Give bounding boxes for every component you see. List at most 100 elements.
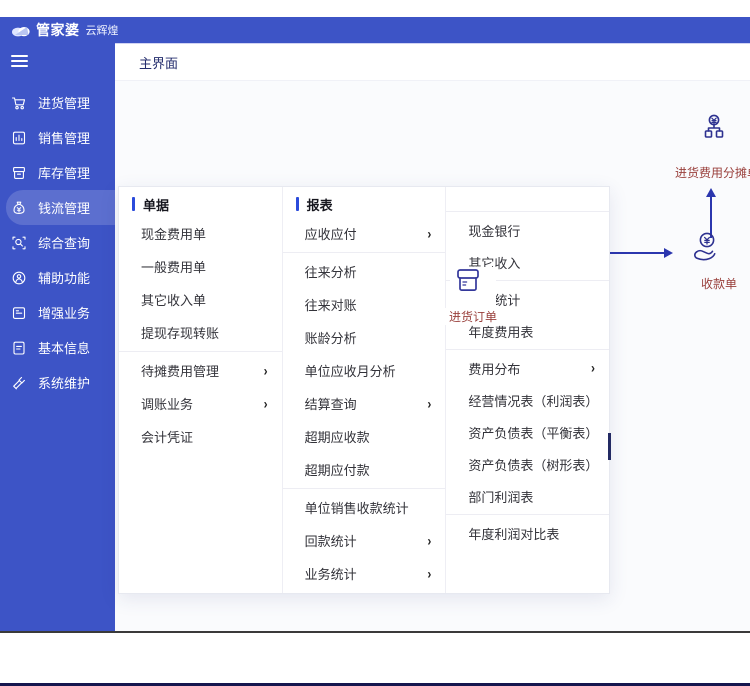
menu-item-label: 资产负债表（树形表） xyxy=(468,457,599,473)
header-accent-bar xyxy=(295,197,299,211)
menu-column-1: 单据现金费用单一般费用单其它收入单提现存现转账待摊费用管理 › 调账业务 › 会计凭证 xyxy=(119,187,283,593)
menu-item-label: 一般费用单 xyxy=(141,260,207,275)
menu-item[interactable]: 提现存现转账 xyxy=(119,316,282,349)
menu-column-header: 报表 xyxy=(283,191,446,217)
menu-item[interactable]: 资产负债表（平衡表） xyxy=(446,416,609,448)
money-flow-mega-menu: 单据 现金费用单 一般费用单 其它收入单 提现存现转账 待摊费用管理 › 调账业务 › 会计凭证 报… xyxy=(118,186,610,594)
menu-divider xyxy=(446,211,610,212)
menu-item[interactable]: 业务统计 › xyxy=(283,557,446,590)
menu-item-label: 往来分析 xyxy=(304,265,357,280)
menu-item[interactable]: 费用分布 › xyxy=(446,352,609,384)
desktop-gap xyxy=(0,633,750,683)
sidebar-item-2[interactable]: 销售管理 xyxy=(0,120,115,155)
flow-node-label[interactable]: 收款单 xyxy=(701,275,737,292)
cloud-logo-icon xyxy=(12,27,30,37)
menu-item[interactable]: 经营情况表（利润表） xyxy=(446,384,609,416)
menu-item-label: 费用分布 xyxy=(468,361,521,377)
submenu-arrow-icon: › xyxy=(427,395,432,412)
submenu-arrow-icon: › xyxy=(427,532,432,549)
menu-item[interactable]: 账龄分析 xyxy=(283,321,446,354)
enhanced-card-icon xyxy=(10,304,28,322)
menu-divider xyxy=(119,351,282,352)
menu-item-label: 往来对账 xyxy=(304,298,357,313)
menu-item-label: 应收应付 xyxy=(304,227,357,242)
menu-item[interactable]: 超期应收款 xyxy=(283,420,446,453)
menu-item[interactable]: 往来对账 xyxy=(283,288,446,321)
submenu-arrow-icon: › xyxy=(591,359,596,377)
header-accent-bar xyxy=(132,197,135,211)
app-logo: 管家婆 云辉煌 xyxy=(11,20,119,40)
sidebar-item-7[interactable]: 增强业务 xyxy=(0,295,115,330)
inventory-box-icon xyxy=(10,164,28,182)
menu-item-label: 现金费用单 xyxy=(141,227,207,242)
search-scan-icon xyxy=(10,234,28,252)
sidebar-item-9[interactable]: 系统维护 xyxy=(0,365,115,400)
sales-report-icon xyxy=(10,129,28,147)
menu-divider xyxy=(446,514,610,515)
menu-item[interactable]: 结算查询 › xyxy=(283,387,446,420)
menu-item-label: 提现存现转账 xyxy=(141,326,220,341)
menu-item[interactable]: 其它收入单 xyxy=(119,283,282,316)
sidebar-item-4[interactable]: 钱流管理 xyxy=(6,190,115,225)
sidebar: 进货管理销售管理 库存管理钱流管理综合查询辅助功能增强业务 基本信息系统维护 xyxy=(0,43,115,631)
menu-column-title: 单据 xyxy=(143,197,170,213)
menu-item-label: 业务统计 xyxy=(304,567,357,582)
sidebar-item-5[interactable]: 综合查询 xyxy=(0,225,115,260)
menu-item-label: 单位应收月分析 xyxy=(304,364,396,379)
sidebar-item-label: 综合查询 xyxy=(38,236,91,251)
menu-item[interactable]: 待摊费用管理 › xyxy=(119,354,282,387)
cart-icon xyxy=(10,94,28,112)
menu-item[interactable]: 回款统计 › xyxy=(283,524,446,557)
menu-item-label: 调账业务 xyxy=(141,397,194,412)
purchase-order-box-icon xyxy=(457,269,479,291)
sidebar-item-3[interactable]: 库存管理 xyxy=(0,155,115,190)
menu-item-label: 超期应收款 xyxy=(304,430,370,445)
purchase-order-node[interactable]: 进货订单 xyxy=(444,267,502,325)
info-doc-icon xyxy=(10,339,28,357)
menu-item[interactable]: 年度利润对比表 xyxy=(446,517,609,549)
sidebar-item-label: 系统维护 xyxy=(38,376,91,391)
assist-person-icon xyxy=(10,269,28,287)
menu-item-label: 部门利润表 xyxy=(468,489,534,505)
menu-item[interactable]: 单位应收月分析 xyxy=(283,354,446,387)
sidebar-item-8[interactable]: 基本信息 xyxy=(0,330,115,365)
menu-item-label: 现金银行 xyxy=(468,223,521,239)
flow-node-label[interactable]: 进货费用分摊单 xyxy=(675,164,750,181)
tab-main-interface[interactable]: 主界面 xyxy=(125,49,193,82)
menu-item-label: 账龄分析 xyxy=(304,331,357,346)
menu-item-label: 回款统计 xyxy=(304,534,357,549)
expense-allocation-icon[interactable] xyxy=(699,113,729,148)
sidebar-item-label: 钱流管理 xyxy=(38,201,91,216)
menu-item-label: 结算查询 xyxy=(304,397,357,412)
menu-item[interactable]: 单位销售收款统计 xyxy=(283,491,446,524)
menu-collapse-icon[interactable] xyxy=(11,55,28,67)
sidebar-item-6[interactable]: 辅助功能 xyxy=(0,260,115,295)
menu-item[interactable]: 会计凭证 xyxy=(119,420,282,453)
menu-item[interactable]: 现金费用单 xyxy=(119,217,282,250)
menu-item[interactable]: 一般费用单 xyxy=(119,250,282,283)
menu-item[interactable]: 部门利润表 xyxy=(446,480,609,512)
brand-name: 管家婆 xyxy=(36,22,80,38)
menu-divider xyxy=(446,349,610,350)
sidebar-item-label: 进货管理 xyxy=(38,96,91,111)
menu-divider xyxy=(282,252,446,253)
menu-item[interactable]: 超期应付款 xyxy=(283,453,446,486)
money-bag-icon xyxy=(10,199,28,217)
desktop-gap xyxy=(0,0,750,17)
sidebar-nav: 进货管理销售管理 库存管理钱流管理综合查询辅助功能增强业务 基本信息系统维护 xyxy=(0,85,115,400)
receipt-hand-icon[interactable] xyxy=(689,231,723,272)
menu-item[interactable]: 往来分析 xyxy=(283,255,446,288)
brand-suffix: 云辉煌 xyxy=(85,25,119,37)
menu-item-label: 超期应付款 xyxy=(304,463,370,478)
sidebar-item-1[interactable]: 进货管理 xyxy=(0,85,115,120)
tab-bar: 主界面 xyxy=(115,43,750,82)
wrench-icon xyxy=(10,374,28,392)
menu-item[interactable]: 资产负债表（树形表） xyxy=(446,448,609,480)
menu-item[interactable]: 调账业务 › xyxy=(119,387,282,420)
sidebar-item-label: 辅助功能 xyxy=(38,271,91,286)
menu-item-label: 经营情况表（利润表） xyxy=(468,393,599,409)
menu-item-label: 待摊费用管理 xyxy=(141,364,220,379)
menu-item[interactable]: 应收应付 › xyxy=(283,217,446,250)
menu-item-label: 会计凭证 xyxy=(141,430,194,445)
menu-item[interactable]: 现金银行 xyxy=(446,214,609,246)
